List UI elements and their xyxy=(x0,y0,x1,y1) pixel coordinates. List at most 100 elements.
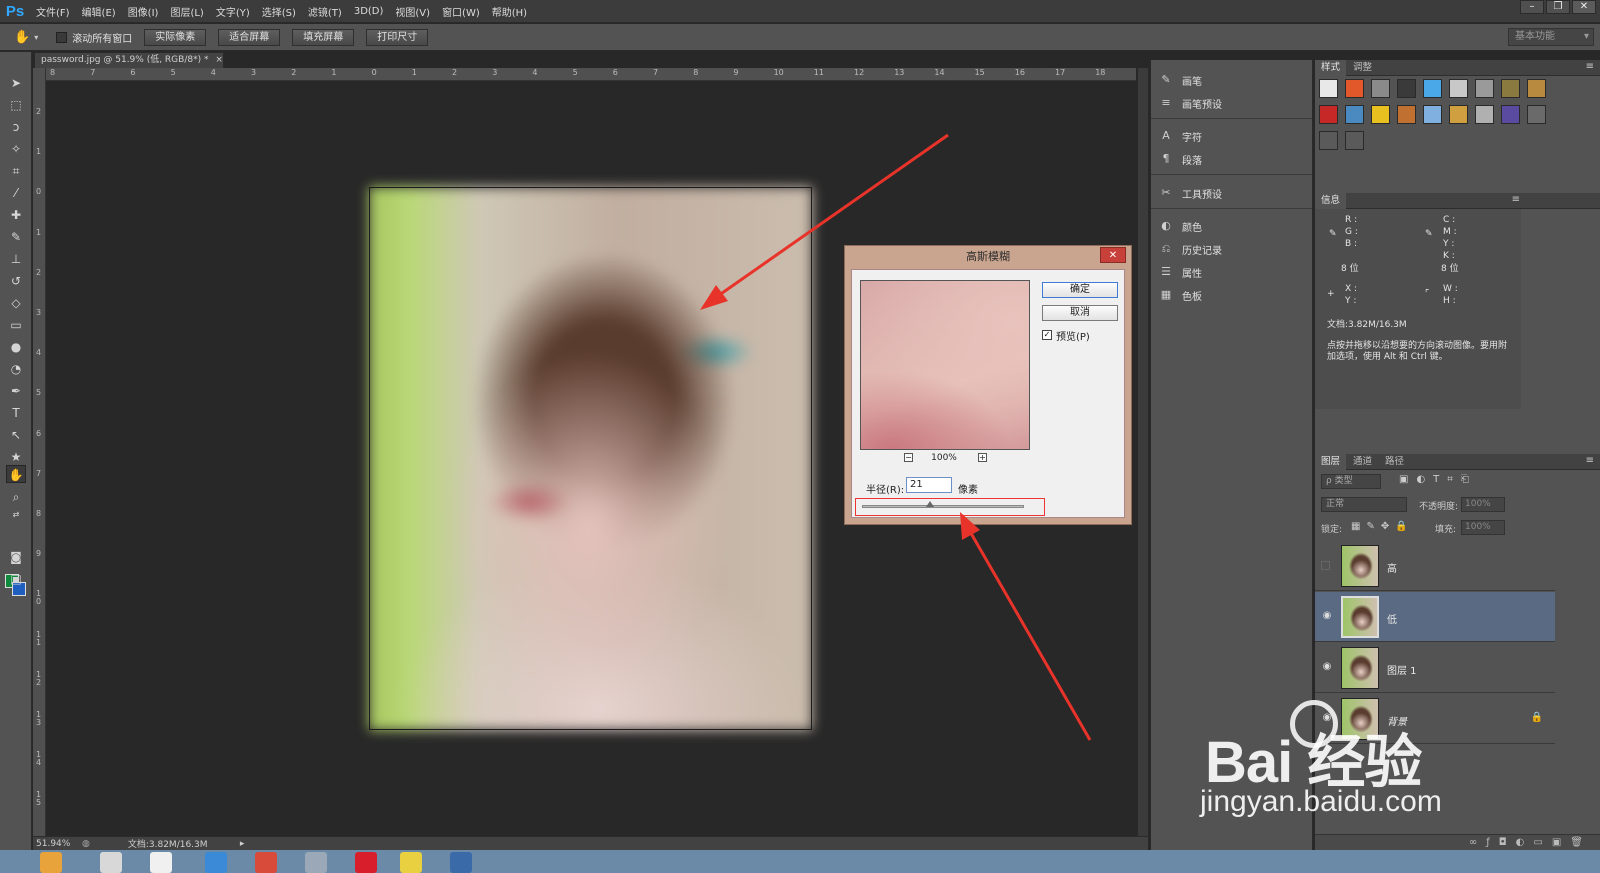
hand-tool-icon[interactable]: ✋ xyxy=(6,465,26,483)
panel-swatches[interactable]: ▦ 色板 xyxy=(1159,285,1309,305)
tab-layers[interactable]: 图层 xyxy=(1315,454,1347,470)
menu-edit[interactable]: 编辑(E) xyxy=(76,4,122,19)
clone-stamp-tool-icon[interactable]: ⊥ xyxy=(6,250,26,268)
menu-filter[interactable]: 滤镜(T) xyxy=(302,4,348,19)
healing-brush-tool-icon[interactable]: ✚ xyxy=(6,206,26,224)
ok-button[interactable]: 确定 xyxy=(1042,282,1118,298)
move-tool-icon[interactable]: ➤ xyxy=(6,74,26,92)
vertical-scrollbar[interactable] xyxy=(1138,68,1148,836)
style-swatch[interactable] xyxy=(1345,131,1364,150)
lock-icons[interactable]: ▦✎✥🔒 xyxy=(1351,521,1414,532)
radius-slider-thumb[interactable] xyxy=(926,501,935,507)
zoom-in-button[interactable]: + xyxy=(978,453,987,462)
panel-brush-presets[interactable]: ≡ 画笔预设 xyxy=(1159,93,1309,113)
eye-icon[interactable]: ◉ xyxy=(1321,661,1333,673)
panel-tool-presets[interactable]: ✂ 工具预设 xyxy=(1159,183,1309,203)
layer-row-low[interactable]: ◉ 低 xyxy=(1315,592,1555,642)
workspace-select[interactable]: 基本功能 ▾ xyxy=(1508,28,1594,46)
eraser-tool-icon[interactable]: ◇ xyxy=(6,294,26,312)
menu-help[interactable]: 帮助(H) xyxy=(486,4,533,19)
dialog-title[interactable]: 高斯模糊 xyxy=(845,246,1131,268)
filter-icons[interactable]: ▣◐T⌗⎗ xyxy=(1399,474,1477,485)
panel-color[interactable]: ◐ 颜色 xyxy=(1159,216,1309,236)
blend-mode-select[interactable]: 正常 xyxy=(1321,497,1407,512)
style-swatch[interactable] xyxy=(1423,105,1442,124)
tab-styles[interactable]: 样式 xyxy=(1315,60,1347,76)
panel-menu-icon[interactable]: ≡ xyxy=(1586,455,1594,466)
taskbar-app-icon[interactable] xyxy=(205,852,227,873)
eyedropper-tool-icon[interactable]: ⁄ xyxy=(6,184,26,202)
status-info-icon[interactable]: ◍ xyxy=(82,839,90,849)
style-swatch[interactable] xyxy=(1371,79,1390,98)
panel-paragraph[interactable]: ¶ 段落 xyxy=(1159,149,1309,169)
panel-character[interactable]: A 字符 xyxy=(1159,126,1309,146)
blur-preview[interactable] xyxy=(860,280,1030,450)
tab-paths[interactable]: 路径 xyxy=(1379,454,1410,470)
style-swatch[interactable] xyxy=(1319,79,1338,98)
menu-view[interactable]: 视图(V) xyxy=(389,4,436,19)
menu-window[interactable]: 窗口(W) xyxy=(436,4,486,19)
taskbar-app-icon[interactable] xyxy=(40,852,62,873)
fill-input[interactable]: 100% xyxy=(1461,520,1505,535)
type-tool-icon[interactable]: T xyxy=(6,404,26,422)
layer-row-layer1[interactable]: ◉ 图层 1 xyxy=(1315,643,1555,693)
style-swatch[interactable] xyxy=(1475,105,1494,124)
scroll-all-windows-checkbox[interactable] xyxy=(56,31,68,43)
quick-select-tool-icon[interactable]: ✧ xyxy=(6,140,26,158)
opacity-input[interactable]: 100% xyxy=(1461,497,1505,512)
visibility-toggle-empty[interactable] xyxy=(1321,561,1330,570)
marquee-tool-icon[interactable]: ⬚ xyxy=(6,96,26,114)
layer-row-high[interactable]: 高 xyxy=(1315,541,1555,591)
pen-tool-icon[interactable]: ✒ xyxy=(6,382,26,400)
screen-mode-icon[interactable]: ▣ xyxy=(6,570,26,588)
style-swatch[interactable] xyxy=(1527,79,1546,98)
panel-properties[interactable]: ☰ 属性 xyxy=(1159,262,1309,282)
panel-history[interactable]: ⎌ 历史记录 xyxy=(1159,239,1309,259)
taskbar-app-icon[interactable] xyxy=(305,852,327,873)
tab-adjustments[interactable]: 调整 xyxy=(1347,60,1378,76)
crop-tool-icon[interactable]: ⌗ xyxy=(6,162,26,180)
tab-channels[interactable]: 通道 xyxy=(1347,454,1378,470)
menu-type[interactable]: 文字(Y) xyxy=(210,4,256,19)
menu-3d[interactable]: 3D(D) xyxy=(348,6,390,17)
taskbar-app-icon[interactable] xyxy=(355,852,377,873)
close-tab-icon[interactable]: × xyxy=(215,55,223,65)
zoom-out-button[interactable]: − xyxy=(904,453,913,462)
style-swatch[interactable] xyxy=(1345,79,1364,98)
quick-mask-icon[interactable]: ◙ xyxy=(6,548,26,566)
radius-input[interactable]: 21 xyxy=(906,477,952,493)
style-swatch[interactable] xyxy=(1371,105,1390,124)
taskbar-app-icon[interactable] xyxy=(400,852,422,873)
print-size-button[interactable]: 打印尺寸 xyxy=(366,28,429,46)
layer-filter-kind[interactable]: ρ 类型 xyxy=(1321,474,1381,489)
style-swatch[interactable] xyxy=(1501,79,1520,98)
cancel-button[interactable]: 取消 xyxy=(1042,305,1118,321)
style-swatch[interactable] xyxy=(1345,105,1364,124)
blur-tool-icon[interactable]: ● xyxy=(6,338,26,356)
radius-slider-track[interactable] xyxy=(862,505,1024,508)
style-swatch[interactable] xyxy=(1423,79,1442,98)
fit-screen-button[interactable]: 适合屏幕 xyxy=(218,28,281,46)
zoom-tool-icon[interactable]: ⌕ xyxy=(6,488,26,506)
restore-button[interactable]: ❐ xyxy=(1546,0,1570,14)
menu-layer[interactable]: 图层(L) xyxy=(164,4,209,19)
tab-info[interactable]: 信息 xyxy=(1315,193,1347,209)
dialog-close-button[interactable]: ✕ xyxy=(1100,247,1126,263)
panel-brush[interactable]: ✎ 画笔 xyxy=(1159,70,1309,90)
taskbar-app-icon[interactable] xyxy=(100,852,122,873)
fill-screen-button[interactable]: 填充屏幕 xyxy=(292,28,355,46)
close-window-button[interactable]: ✕ xyxy=(1572,0,1596,14)
path-select-tool-icon[interactable]: ↖ xyxy=(6,426,26,444)
preview-checkbox[interactable]: ✓ xyxy=(1042,330,1052,340)
taskbar-app-icon[interactable] xyxy=(450,852,472,873)
zoom-readout[interactable]: 51.94% xyxy=(36,839,80,849)
style-swatch[interactable] xyxy=(1449,79,1468,98)
lasso-tool-icon[interactable]: ↄ xyxy=(6,118,26,136)
eye-icon[interactable]: ◉ xyxy=(1321,610,1333,622)
taskbar-app-icon[interactable] xyxy=(255,852,277,873)
menu-file[interactable]: 文件(F) xyxy=(30,4,76,19)
style-swatch[interactable] xyxy=(1449,105,1468,124)
style-swatch[interactable] xyxy=(1501,105,1520,124)
style-swatch[interactable] xyxy=(1397,79,1416,98)
style-swatch[interactable] xyxy=(1397,105,1416,124)
